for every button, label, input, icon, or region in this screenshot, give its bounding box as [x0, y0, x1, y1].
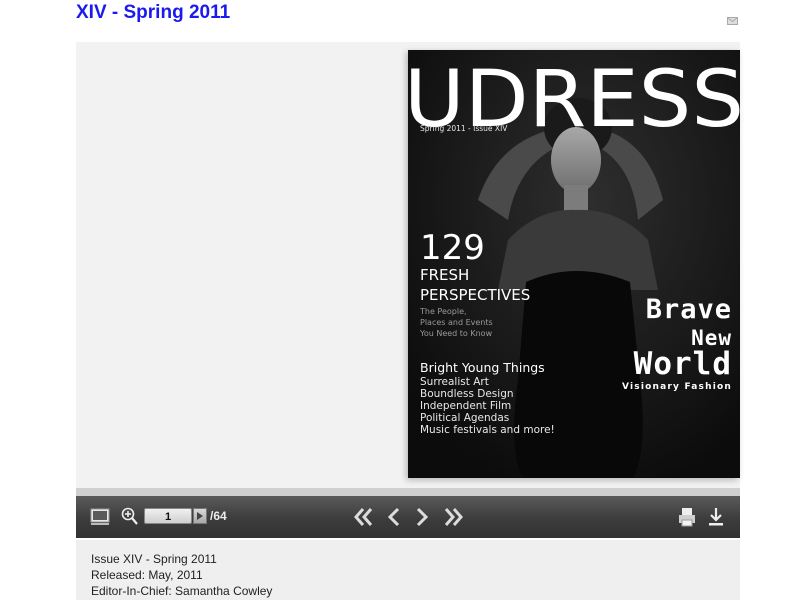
- issue-name: Issue XIV - Spring 2011: [91, 552, 217, 566]
- magazine-cover[interactable]: UDRESS Spring 2011 - Issue XIV 129 FRESH…: [408, 50, 740, 478]
- first-page-icon[interactable]: [353, 506, 375, 528]
- cover-section-title: Bright Young Things: [420, 360, 545, 375]
- page-number-input[interactable]: 1: [144, 508, 192, 524]
- cover-section-item: Boundless Design: [420, 388, 514, 400]
- cover-feature-line1: Brave: [645, 294, 732, 325]
- issue-info-panel: Issue XIV - Spring 2011 Released: May, 2…: [76, 540, 740, 600]
- print-icon[interactable]: [677, 506, 697, 528]
- cover-feature-line3: World: [633, 346, 732, 382]
- last-page-icon[interactable]: [442, 506, 464, 528]
- cover-feature-sub: Visionary Fashion: [622, 382, 732, 392]
- next-page-icon[interactable]: [414, 506, 430, 528]
- cover-headline-line2: PERSPECTIVES: [420, 286, 531, 304]
- cover-subline: The People,: [420, 307, 467, 316]
- cover-section-item: Surrealist Art: [420, 376, 489, 388]
- previous-page-icon[interactable]: [386, 506, 402, 528]
- svg-text:UDRESS: UDRESS: [408, 55, 740, 130]
- cover-section-item: Music festivals and more!: [420, 424, 555, 436]
- release-date: Released: May, 2011: [91, 568, 203, 582]
- download-icon[interactable]: [707, 506, 725, 528]
- mail-icon[interactable]: [727, 12, 738, 25]
- cover-section-item: Political Agendas: [420, 412, 510, 424]
- cover-headline-line1: FRESH: [420, 266, 470, 284]
- cover-section-item: Independent Film: [420, 400, 512, 412]
- go-icon[interactable]: [193, 508, 207, 524]
- page-title: XIV - Spring 2011: [76, 2, 231, 23]
- editor-in-chief: Editor-In-Chief: Samantha Cowley: [91, 584, 273, 598]
- cover-subline: You Need to Know: [420, 329, 493, 338]
- zoom-in-icon[interactable]: [121, 507, 139, 527]
- cover-subline: Places and Events: [420, 318, 493, 327]
- thumbnails-icon[interactable]: [90, 508, 110, 526]
- masthead-logo: UDRESS: [408, 55, 740, 130]
- cover-issue-line: Spring 2011 - Issue XIV: [420, 124, 508, 133]
- cover-headline-number: 129: [420, 228, 485, 268]
- page-total: /64: [210, 509, 227, 523]
- scroll-track[interactable]: [76, 488, 740, 496]
